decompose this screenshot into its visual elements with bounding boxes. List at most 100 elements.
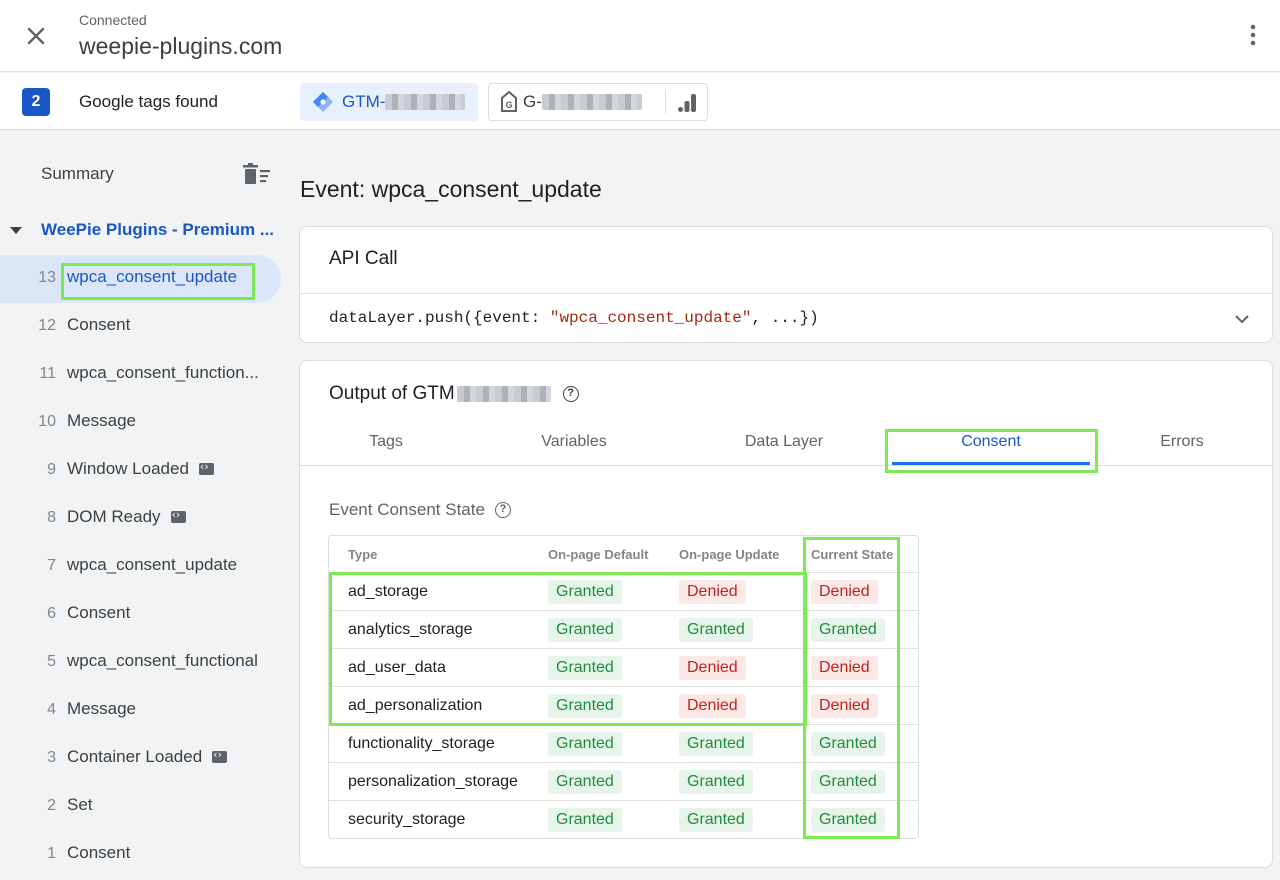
chip-divider	[665, 90, 666, 114]
event-number: 7	[47, 557, 56, 574]
status-badge: Granted	[679, 808, 753, 832]
event-item[interactable]: 7 wpca_consent_update	[0, 543, 281, 591]
api-call-card: API Call dataLayer.push({event: "wpca_co…	[299, 226, 1273, 343]
more-vert-icon[interactable]	[1240, 22, 1266, 48]
event-item[interactable]: 13 wpca_consent_update	[0, 255, 281, 303]
code-string: "wpca_consent_update"	[549, 309, 752, 327]
event-item[interactable]: 6 Consent	[0, 591, 281, 639]
event-item[interactable]: 2 Set	[0, 783, 281, 831]
event-name: Message	[67, 411, 136, 430]
event-number: 12	[38, 317, 56, 334]
event-item[interactable]: 9 Window Loaded	[0, 447, 281, 495]
divider	[300, 465, 1272, 466]
event-name-text: DOM Ready	[67, 507, 161, 526]
event-name: Consent	[67, 603, 131, 622]
redacted-id	[541, 94, 642, 110]
event-name: Consent	[67, 843, 131, 862]
redacted-id	[456, 386, 551, 402]
code-icon	[170, 508, 186, 523]
close-icon[interactable]	[22, 22, 50, 50]
consent-type: functionality_storage	[348, 735, 495, 752]
event-item[interactable]: 4 Message	[0, 687, 281, 735]
event-name: Consent	[67, 315, 131, 334]
event-sidebar: Summary WeePie Plugins - Premium ... 13 …	[0, 131, 290, 880]
consent-table: Type On-page Default On-page Update Curr…	[328, 535, 919, 839]
event-number: 2	[47, 797, 56, 814]
status-badge: Granted	[548, 808, 622, 832]
output-card: Output of GTM ? Tags Variables Data Laye…	[299, 360, 1273, 868]
event-number: 5	[47, 653, 56, 670]
event-number: 11	[39, 365, 56, 382]
event-item[interactable]: 5 wpca_consent_functional	[0, 639, 281, 687]
tab-data-layer[interactable]: Data Layer	[724, 433, 844, 467]
event-number: 8	[47, 509, 56, 526]
event-number: 3	[47, 749, 56, 766]
api-call-code[interactable]: dataLayer.push({event: "wpca_consent_upd…	[329, 309, 819, 327]
event-item[interactable]: 1 Consent	[0, 831, 281, 879]
column-header: On-page Update	[679, 547, 780, 562]
event-name: Window Loaded	[67, 459, 214, 479]
gtm-diamond-icon	[313, 92, 333, 112]
tags-bar: 2 Google tags found GTM- G G-	[0, 73, 1280, 130]
event-number: 13	[38, 269, 56, 286]
event-name: wpca_consent_function...	[67, 363, 259, 382]
top-header: Connected weepie-plugins.com	[0, 0, 1280, 72]
event-number: 6	[47, 605, 56, 622]
gtm-tag-chip[interactable]: GTM-	[300, 83, 478, 121]
event-item[interactable]: 10 Message	[0, 399, 281, 447]
gtm-chip-label: GTM-	[342, 92, 386, 111]
consent-type: personalization_storage	[348, 773, 518, 790]
output-title: Output of GTM ?	[329, 383, 579, 405]
event-item[interactable]: 11 wpca_consent_function...	[0, 351, 281, 399]
status-badge: Granted	[548, 770, 622, 794]
highlight-box	[329, 572, 807, 726]
highlight-box	[803, 537, 900, 839]
event-name: wpca_consent_functional	[67, 651, 258, 670]
column-header: On-page Default	[548, 547, 649, 562]
event-name: wpca_consent_update	[67, 555, 238, 574]
event-item[interactable]: 8 DOM Ready	[0, 495, 281, 543]
caret-down-icon	[10, 227, 22, 234]
event-item[interactable]: 12 Consent	[0, 303, 281, 351]
consent-type: security_storage	[348, 811, 466, 828]
code-suffix: , ...})	[751, 309, 819, 327]
consent-state-title: Event Consent State	[329, 500, 485, 519]
event-name-text: Container Loaded	[67, 747, 203, 766]
tab-variables[interactable]: Variables	[524, 433, 624, 467]
container-group-title: WeePie Plugins - Premium ...	[41, 220, 275, 239]
event-name: Set	[67, 795, 93, 814]
consent-state-header: Event Consent State ?	[329, 500, 511, 520]
help-icon[interactable]: ?	[562, 386, 579, 402]
svg-text:G: G	[505, 100, 512, 110]
status-badge: Granted	[548, 732, 622, 756]
code-icon	[198, 460, 214, 475]
code-icon	[212, 748, 228, 763]
event-title: Event: wpca_consent_update	[300, 176, 602, 202]
api-call-header: API Call	[329, 248, 398, 269]
event-number: 10	[38, 413, 56, 430]
google-tag-icon: G	[501, 91, 517, 112]
summary-link[interactable]: Summary	[41, 164, 114, 184]
event-number: 9	[47, 461, 56, 478]
highlight-box	[61, 263, 255, 300]
connected-domain: weepie-plugins.com	[79, 33, 283, 59]
event-name: Container Loaded	[67, 747, 228, 767]
help-icon[interactable]: ?	[494, 502, 511, 518]
delete-sweep-icon[interactable]	[243, 163, 271, 185]
status-badge: Granted	[679, 770, 753, 794]
column-header: Type	[348, 547, 378, 562]
analytics-icon	[678, 94, 696, 112]
code-prefix: dataLayer.push({event:	[329, 309, 550, 327]
event-name: Message	[67, 699, 136, 718]
status-badge: Granted	[679, 732, 753, 756]
event-number: 1	[47, 845, 56, 862]
tab-errors[interactable]: Errors	[1132, 433, 1232, 467]
container-group[interactable]: WeePie Plugins - Premium ...	[0, 215, 290, 247]
connection-status: Connected	[79, 12, 147, 28]
event-name: DOM Ready	[67, 507, 186, 527]
expand-more-icon[interactable]	[1232, 309, 1252, 329]
event-item[interactable]: 3 Container Loaded	[0, 735, 281, 783]
ga-tag-chip[interactable]: G G-	[488, 83, 708, 121]
tab-tags[interactable]: Tags	[336, 433, 436, 467]
divider	[300, 293, 1272, 294]
